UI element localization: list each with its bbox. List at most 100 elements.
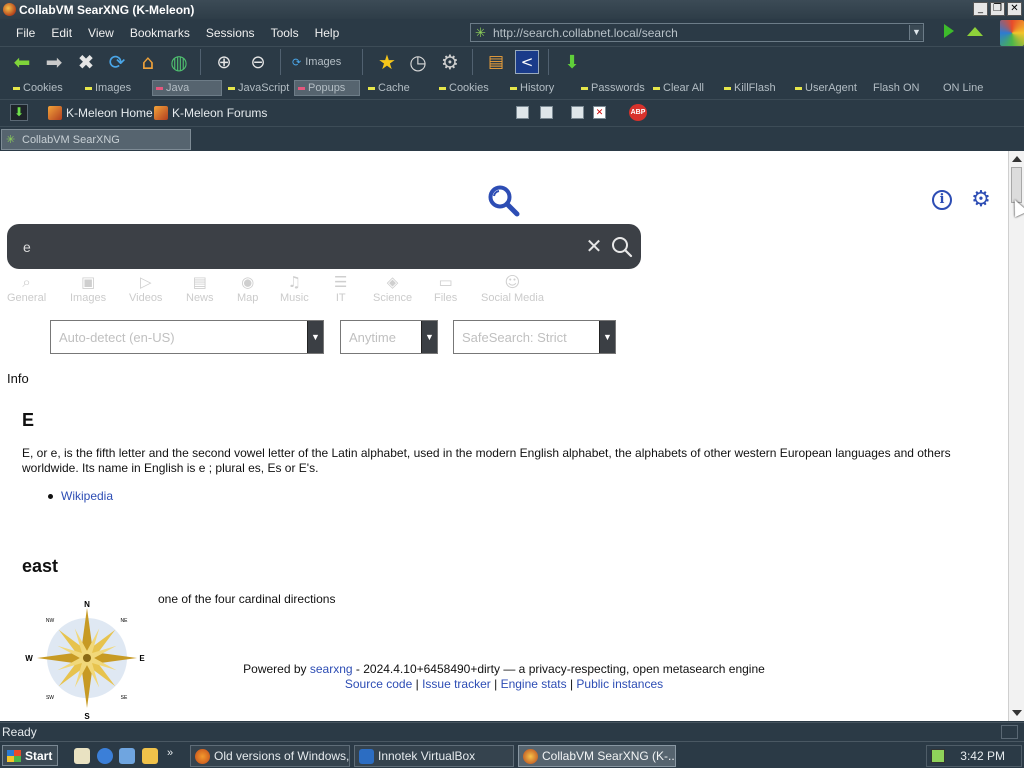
category-it[interactable]: ☰ IT [334, 272, 347, 304]
pref-clear-all[interactable]: Clear All [650, 80, 707, 96]
layer-close-icon[interactable]: ✕ [593, 106, 606, 119]
category-news[interactable]: ▤ News [186, 272, 214, 304]
globe-icon[interactable]: ◍ [167, 50, 191, 74]
pref-history[interactable]: History [507, 80, 557, 96]
quicklaunch-more-icon[interactable]: » [167, 747, 173, 759]
network-tray-icon[interactable] [931, 749, 945, 763]
start-button[interactable]: Start [2, 745, 58, 766]
category-images[interactable]: ▣ Images [70, 272, 106, 304]
vertical-scrollbar[interactable] [1008, 151, 1024, 721]
layer-add-icon[interactable] [571, 106, 584, 119]
bookmark-menu-arrow-icon[interactable]: ⬇ [10, 104, 28, 121]
show-desktop-icon[interactable] [74, 748, 90, 764]
back-arrow-icon[interactable]: ⬅ [10, 50, 34, 74]
search-submit-icon[interactable] [611, 236, 633, 258]
pref-popups[interactable]: Popups [294, 80, 360, 96]
close-window-button[interactable]: ✕ [1007, 2, 1022, 16]
menu-file[interactable]: File [8, 26, 43, 40]
engine-stats-link[interactable]: Engine stats [501, 677, 567, 691]
images-toggle-icon: ⟳ [292, 56, 302, 69]
searxng-link[interactable]: searxng [310, 662, 353, 676]
pref-online[interactable]: ON Line [940, 80, 986, 96]
issue-tracker-link[interactable]: Issue tracker [422, 677, 491, 691]
home-icon[interactable]: ⌂ [136, 50, 160, 74]
safesearch-select[interactable]: SafeSearch: Strict ▼ [453, 320, 616, 354]
pref-useragent[interactable]: UserAgent [792, 80, 860, 96]
view-source-icon[interactable]: < [515, 50, 539, 74]
search-folder-icon[interactable] [142, 748, 158, 764]
category-general[interactable]: ⌕ General [7, 272, 46, 304]
public-instances-link[interactable]: Public instances [576, 677, 663, 691]
k-meleon-app-icon[interactable] [3, 3, 16, 16]
print-icon[interactable]: ▤ [484, 50, 508, 74]
clock[interactable]: 3:42 PM [960, 749, 1005, 763]
source-code-link[interactable]: Source code [345, 677, 412, 691]
bookmark-star-icon[interactable]: ★ [375, 50, 399, 74]
pref-indicator-icon [795, 86, 802, 90]
status-resize-grip[interactable] [1001, 725, 1018, 739]
adblock-plus-icon[interactable]: ABP [629, 104, 647, 121]
images-toggle-button[interactable]: ⟳ Images [292, 53, 341, 71]
menu-view[interactable]: View [80, 26, 122, 40]
layer-new-icon[interactable] [516, 106, 529, 119]
chevron-down-icon[interactable]: ▼ [599, 321, 615, 353]
zoom-in-icon[interactable]: ⊕ [212, 50, 236, 74]
category-music[interactable]: ♫ Music [280, 272, 309, 304]
pref-cache[interactable]: Cache [365, 80, 413, 96]
category-files[interactable]: ▭ Files [434, 272, 457, 304]
download-icon[interactable]: ⬇ [560, 50, 584, 74]
time-range-select[interactable]: Anytime ▼ [340, 320, 438, 354]
outlook-express-icon[interactable] [119, 748, 135, 764]
history-clock-icon[interactable]: ◷ [406, 50, 430, 74]
scroll-down-arrow-icon[interactable] [1012, 710, 1022, 716]
clear-search-icon[interactable]: ✕ [577, 224, 611, 269]
menu-bookmarks[interactable]: Bookmarks [122, 26, 198, 40]
go-button[interactable] [944, 24, 954, 38]
url-bar[interactable]: ✳ http://search.collabnet.local/search ▼ [470, 23, 924, 42]
preferences-gear-icon[interactable]: ⚙ [438, 50, 462, 74]
category-science[interactable]: ◈ Science [373, 272, 412, 304]
task-virtualbox[interactable]: Innotek VirtualBox [354, 745, 514, 767]
url-dropdown-button[interactable]: ▼ [909, 25, 923, 40]
menu-edit[interactable]: Edit [43, 26, 80, 40]
internet-explorer-icon[interactable] [97, 748, 113, 764]
up-level-button[interactable] [967, 27, 983, 36]
pref-images[interactable]: Images [82, 80, 134, 96]
search-input[interactable] [7, 224, 577, 269]
menu-tools[interactable]: Tools [263, 26, 307, 40]
task-firefox-old-windows[interactable]: Old versions of Windows,... [190, 745, 350, 767]
zoom-out-icon[interactable]: ⊖ [246, 50, 270, 74]
category-map[interactable]: ◉ Map [237, 272, 258, 304]
wikipedia-link[interactable]: Wikipedia [61, 489, 113, 503]
forward-arrow-icon[interactable]: ➡ [42, 50, 66, 74]
category-social-media[interactable]: ☺ Social Media [481, 272, 544, 304]
layer-list-icon[interactable] [540, 106, 553, 119]
scroll-up-arrow-icon[interactable] [1012, 156, 1022, 162]
task-kmeleon-searxng[interactable]: CollabVM SearXNG (K-... [518, 745, 676, 767]
pref-killflash[interactable]: KillFlash [721, 80, 779, 96]
database-icon: ☰ [334, 273, 348, 291]
pref-passwords[interactable]: Passwords [578, 80, 648, 96]
menu-sessions[interactable]: Sessions [198, 26, 263, 40]
reload-icon[interactable]: ⟳ [105, 50, 129, 74]
restore-button[interactable]: ❐ [990, 2, 1005, 16]
settings-gear-icon[interactable]: ⚙ [970, 189, 992, 211]
stop-icon[interactable]: ✖ [74, 50, 98, 74]
pref-java[interactable]: Java [152, 80, 222, 96]
minimize-button[interactable]: _ [973, 2, 988, 16]
pref-javascript[interactable]: JavaScript [225, 80, 292, 96]
pref-cookies[interactable]: Cookies [10, 80, 66, 96]
tab-collabvm-searxng[interactable]: ✳ CollabVM SearXNG [1, 129, 191, 150]
language-select[interactable]: Auto-detect (en-US) ▼ [50, 320, 324, 354]
chevron-down-icon[interactable]: ▼ [421, 321, 437, 353]
category-videos[interactable]: ▷ Videos [129, 272, 162, 304]
bookmark-kmeleon-home[interactable]: K-Meleon Home [48, 104, 153, 122]
chevron-down-icon[interactable]: ▼ [307, 321, 323, 353]
searxng-logo-icon[interactable] [487, 184, 521, 218]
about-info-icon[interactable]: i [932, 190, 952, 210]
pref-flash-on[interactable]: Flash ON [870, 80, 922, 96]
menu-help[interactable]: Help [307, 26, 348, 40]
bookmark-kmeleon-forums[interactable]: K-Meleon Forums [154, 104, 267, 122]
url-input[interactable]: http://search.collabnet.local/search [493, 26, 909, 40]
pref-clear-cookies[interactable]: Cookies [436, 80, 492, 96]
